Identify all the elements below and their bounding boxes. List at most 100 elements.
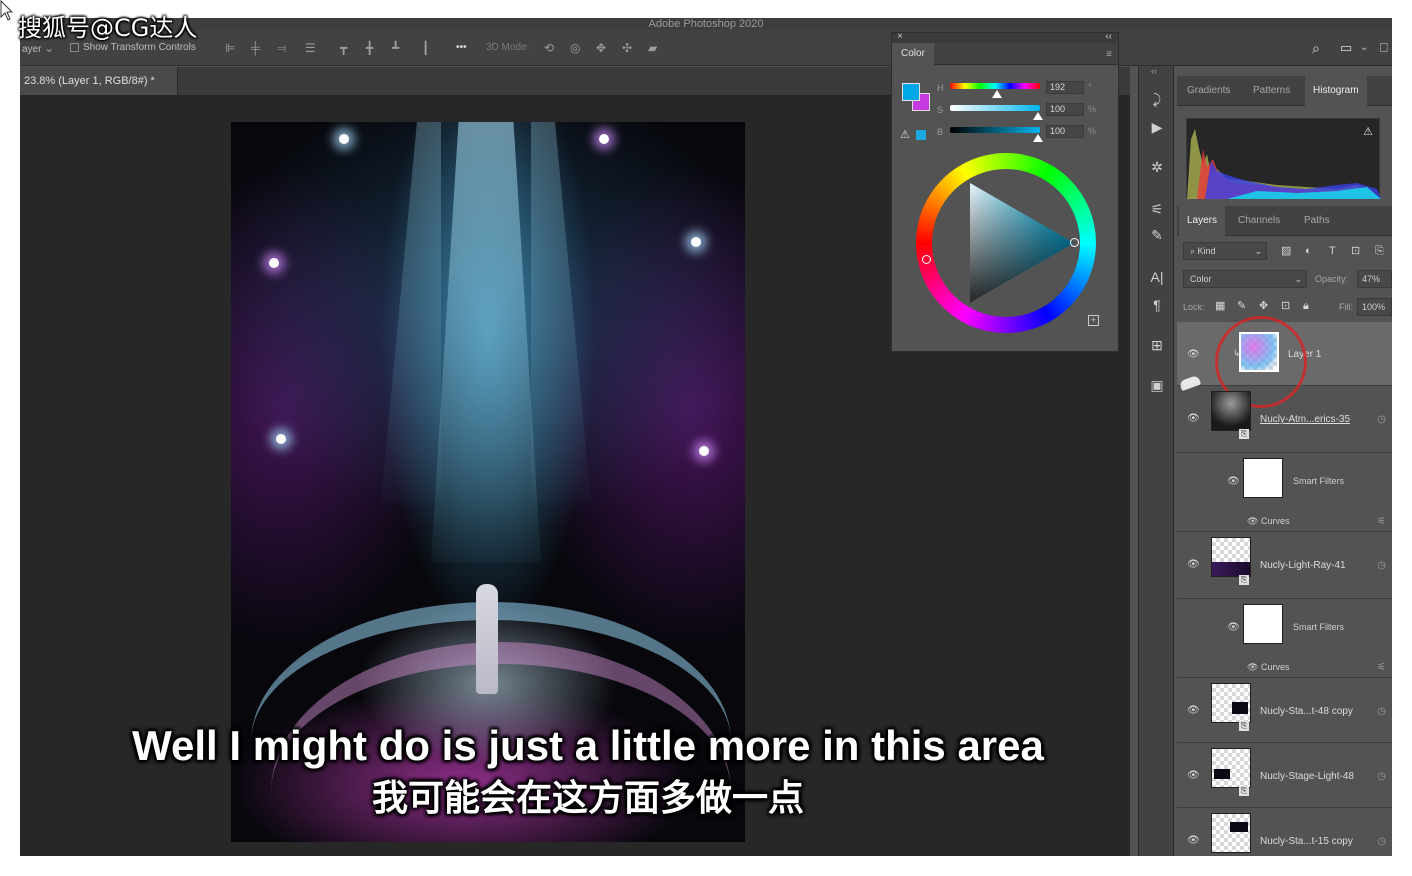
layer-name[interactable]: Nucly-Sta...t-15 copy: [1260, 836, 1353, 847]
filter-kind-dropdown[interactable]: ⌕ Kind ⌄: [1183, 242, 1267, 260]
align-right-icon[interactable]: ⫤: [277, 41, 286, 55]
saturation-slider-thumb[interactable]: [1033, 112, 1043, 120]
layer-name[interactable]: Nucly-Sta...t-48 copy: [1260, 706, 1353, 717]
lock-artboard-icon[interactable]: ⊡: [1281, 299, 1290, 313]
panel-menu-icon[interactable]: ≡: [1106, 49, 1112, 60]
drag-3d-icon[interactable]: ✥: [596, 41, 606, 55]
scale-3d-icon[interactable]: ▰: [648, 41, 657, 55]
align-bottom-icon[interactable]: ┻: [392, 41, 399, 55]
align-middle-icon[interactable]: ╋: [366, 41, 373, 55]
adjustments-icon[interactable]: ⚟: [1147, 200, 1167, 218]
properties-icon[interactable]: ▣: [1147, 376, 1167, 394]
filter-options-icon[interactable]: ⚟: [1377, 662, 1386, 673]
filter-name[interactable]: Curves: [1261, 662, 1290, 672]
history-icon[interactable]: ⤸: [1147, 90, 1167, 108]
filter-adjustment-icon[interactable]: ◐: [1305, 244, 1312, 258]
share-icon[interactable]: ⎕: [1380, 41, 1388, 55]
lock-position-icon[interactable]: ✥: [1259, 299, 1268, 313]
layer-name[interactable]: Nucly-Light-Ray-41: [1260, 560, 1346, 571]
tab-channels[interactable]: Channels: [1238, 206, 1280, 236]
smart-filters-row[interactable]: 👁︎ Smart Filters 👁︎ Curves ⚟: [1177, 600, 1392, 678]
filter-smart-object-icon[interactable]: ⎘: [1375, 244, 1384, 258]
align-center-icon[interactable]: ╪: [251, 41, 260, 55]
dancer-figure: [476, 584, 498, 694]
show-transform-checkbox[interactable]: Show Transform Controls: [70, 41, 196, 55]
glyphs-icon[interactable]: ⊞: [1147, 336, 1167, 354]
saturation-slider[interactable]: [950, 105, 1040, 111]
visibility-eye-icon[interactable]: 👁︎: [1187, 705, 1200, 716]
smart-filters-row[interactable]: 👁︎ Smart Filters 👁︎ Curves ⚟: [1177, 454, 1392, 532]
search-icon[interactable]: ⌕: [1312, 41, 1320, 55]
hue-slider-thumb[interactable]: [992, 90, 1002, 98]
workspace-icon[interactable]: ▭: [1340, 41, 1352, 55]
tab-gradients[interactable]: Gradients: [1187, 76, 1230, 106]
align-left-icon[interactable]: ⊫: [225, 41, 235, 55]
brightness-slider-thumb[interactable]: [1033, 134, 1043, 142]
distribute-vertical-icon[interactable]: ┃: [422, 41, 429, 55]
collapse-icon[interactable]: ‹‹: [1151, 66, 1157, 76]
layer-name[interactable]: Nucly-Atm...erics-35: [1260, 414, 1350, 425]
saturation-value-field[interactable]: 100: [1046, 103, 1084, 116]
layer-row[interactable]: 👁︎ ⎘ Nucly-Light-Ray-41 ◷: [1177, 533, 1392, 599]
visibility-eye-icon[interactable]: 👁︎: [1187, 770, 1200, 781]
blend-mode-dropdown[interactable]: Color ⌄: [1183, 270, 1307, 288]
layer-row[interactable]: 👁︎ ⎘ Nucly-Sta...t-48 copy ◷: [1177, 679, 1392, 743]
visibility-eye-icon[interactable]: 👁︎: [1247, 662, 1258, 673]
fill-field[interactable]: 100%: [1357, 298, 1392, 316]
opacity-field[interactable]: 47%: [1357, 270, 1392, 288]
layer-row[interactable]: 👁︎ ↳ Layer 1: [1177, 316, 1392, 408]
tab-histogram[interactable]: Histogram: [1305, 76, 1367, 106]
lock-image-icon[interactable]: ✎: [1237, 299, 1246, 313]
tab-layers[interactable]: Layers: [1179, 206, 1226, 236]
visibility-eye-icon[interactable]: 👁︎: [1187, 413, 1200, 424]
foreground-color-swatch[interactable]: [902, 83, 920, 101]
close-icon[interactable]: ×: [897, 31, 903, 42]
visibility-eye-icon[interactable]: 👁︎: [1227, 622, 1240, 633]
more-options-button[interactable]: •••: [456, 41, 467, 55]
play-action-icon[interactable]: ▶: [1147, 118, 1167, 136]
hue-value-field[interactable]: 192: [1046, 81, 1084, 94]
distribute-icon[interactable]: ☰: [305, 41, 316, 55]
layer-name[interactable]: Layer 1: [1288, 349, 1321, 360]
filter-name[interactable]: Curves: [1261, 516, 1290, 526]
layer-row[interactable]: 👁︎ Nucly-Sta...t-15 copy ◷: [1177, 809, 1392, 856]
slide-3d-icon[interactable]: ✣: [622, 41, 632, 55]
lock-all-icon[interactable]: 🔒︎: [1303, 299, 1309, 313]
brush-icon[interactable]: ✎: [1147, 226, 1167, 244]
layer-name[interactable]: Nucly-Stage-Light-48: [1260, 771, 1354, 782]
visibility-eye-icon[interactable]: 👁︎: [1227, 476, 1240, 487]
add-swatch-icon[interactable]: +: [1088, 315, 1099, 326]
paragraph-icon[interactable]: ¶: [1147, 296, 1167, 314]
filter-shape-icon[interactable]: ⊡: [1351, 244, 1360, 258]
align-top-icon[interactable]: ┳: [340, 41, 347, 55]
saturation-unit: %: [1088, 104, 1097, 114]
hue-ring-marker[interactable]: [1070, 238, 1079, 247]
tab-paths[interactable]: Paths: [1304, 206, 1330, 236]
visibility-eye-icon[interactable]: 👁︎: [1187, 349, 1200, 360]
web-color-swatch[interactable]: [916, 130, 926, 140]
visibility-eye-icon[interactable]: 👁︎: [1187, 835, 1200, 846]
collapse-icon[interactable]: ‹‹: [1105, 31, 1112, 42]
tab-color[interactable]: Color: [892, 43, 934, 65]
brush-settings-icon[interactable]: ✲: [1147, 158, 1167, 176]
roll-3d-icon[interactable]: ◎: [570, 41, 580, 55]
filter-type-icon[interactable]: T: [1329, 244, 1336, 258]
filter-options-icon[interactable]: ⚟: [1377, 516, 1386, 527]
hue-slider[interactable]: [950, 83, 1040, 89]
layer-row[interactable]: 👁︎ ⎘ Nucly-Atm...erics-35 ◷: [1177, 387, 1392, 453]
filter-pixel-icon[interactable]: ▨: [1281, 244, 1291, 258]
layer-row[interactable]: 👁︎ ⎘ Nucly-Stage-Light-48 ◷: [1177, 744, 1392, 808]
layer-select-dropdown[interactable]: ayer ⌄: [22, 41, 54, 55]
color-marker[interactable]: [922, 255, 931, 264]
visibility-eye-icon[interactable]: 👁︎: [1247, 516, 1258, 527]
tab-patterns[interactable]: Patterns: [1253, 76, 1290, 106]
document-tab[interactable]: 23.8% (Layer 1, RGB/8#) *: [20, 67, 178, 95]
orbit-3d-icon[interactable]: ⟲: [544, 41, 554, 55]
brightness-value-field[interactable]: 100: [1046, 125, 1084, 138]
lock-transparent-icon[interactable]: ▦: [1215, 299, 1225, 313]
visibility-eye-icon[interactable]: 👁︎: [1187, 559, 1200, 570]
brightness-slider[interactable]: [950, 127, 1040, 133]
character-icon[interactable]: A|: [1147, 268, 1167, 286]
warning-icon[interactable]: ⚠: [1363, 125, 1373, 138]
chevron-down-icon[interactable]: ⌄: [1360, 41, 1368, 55]
